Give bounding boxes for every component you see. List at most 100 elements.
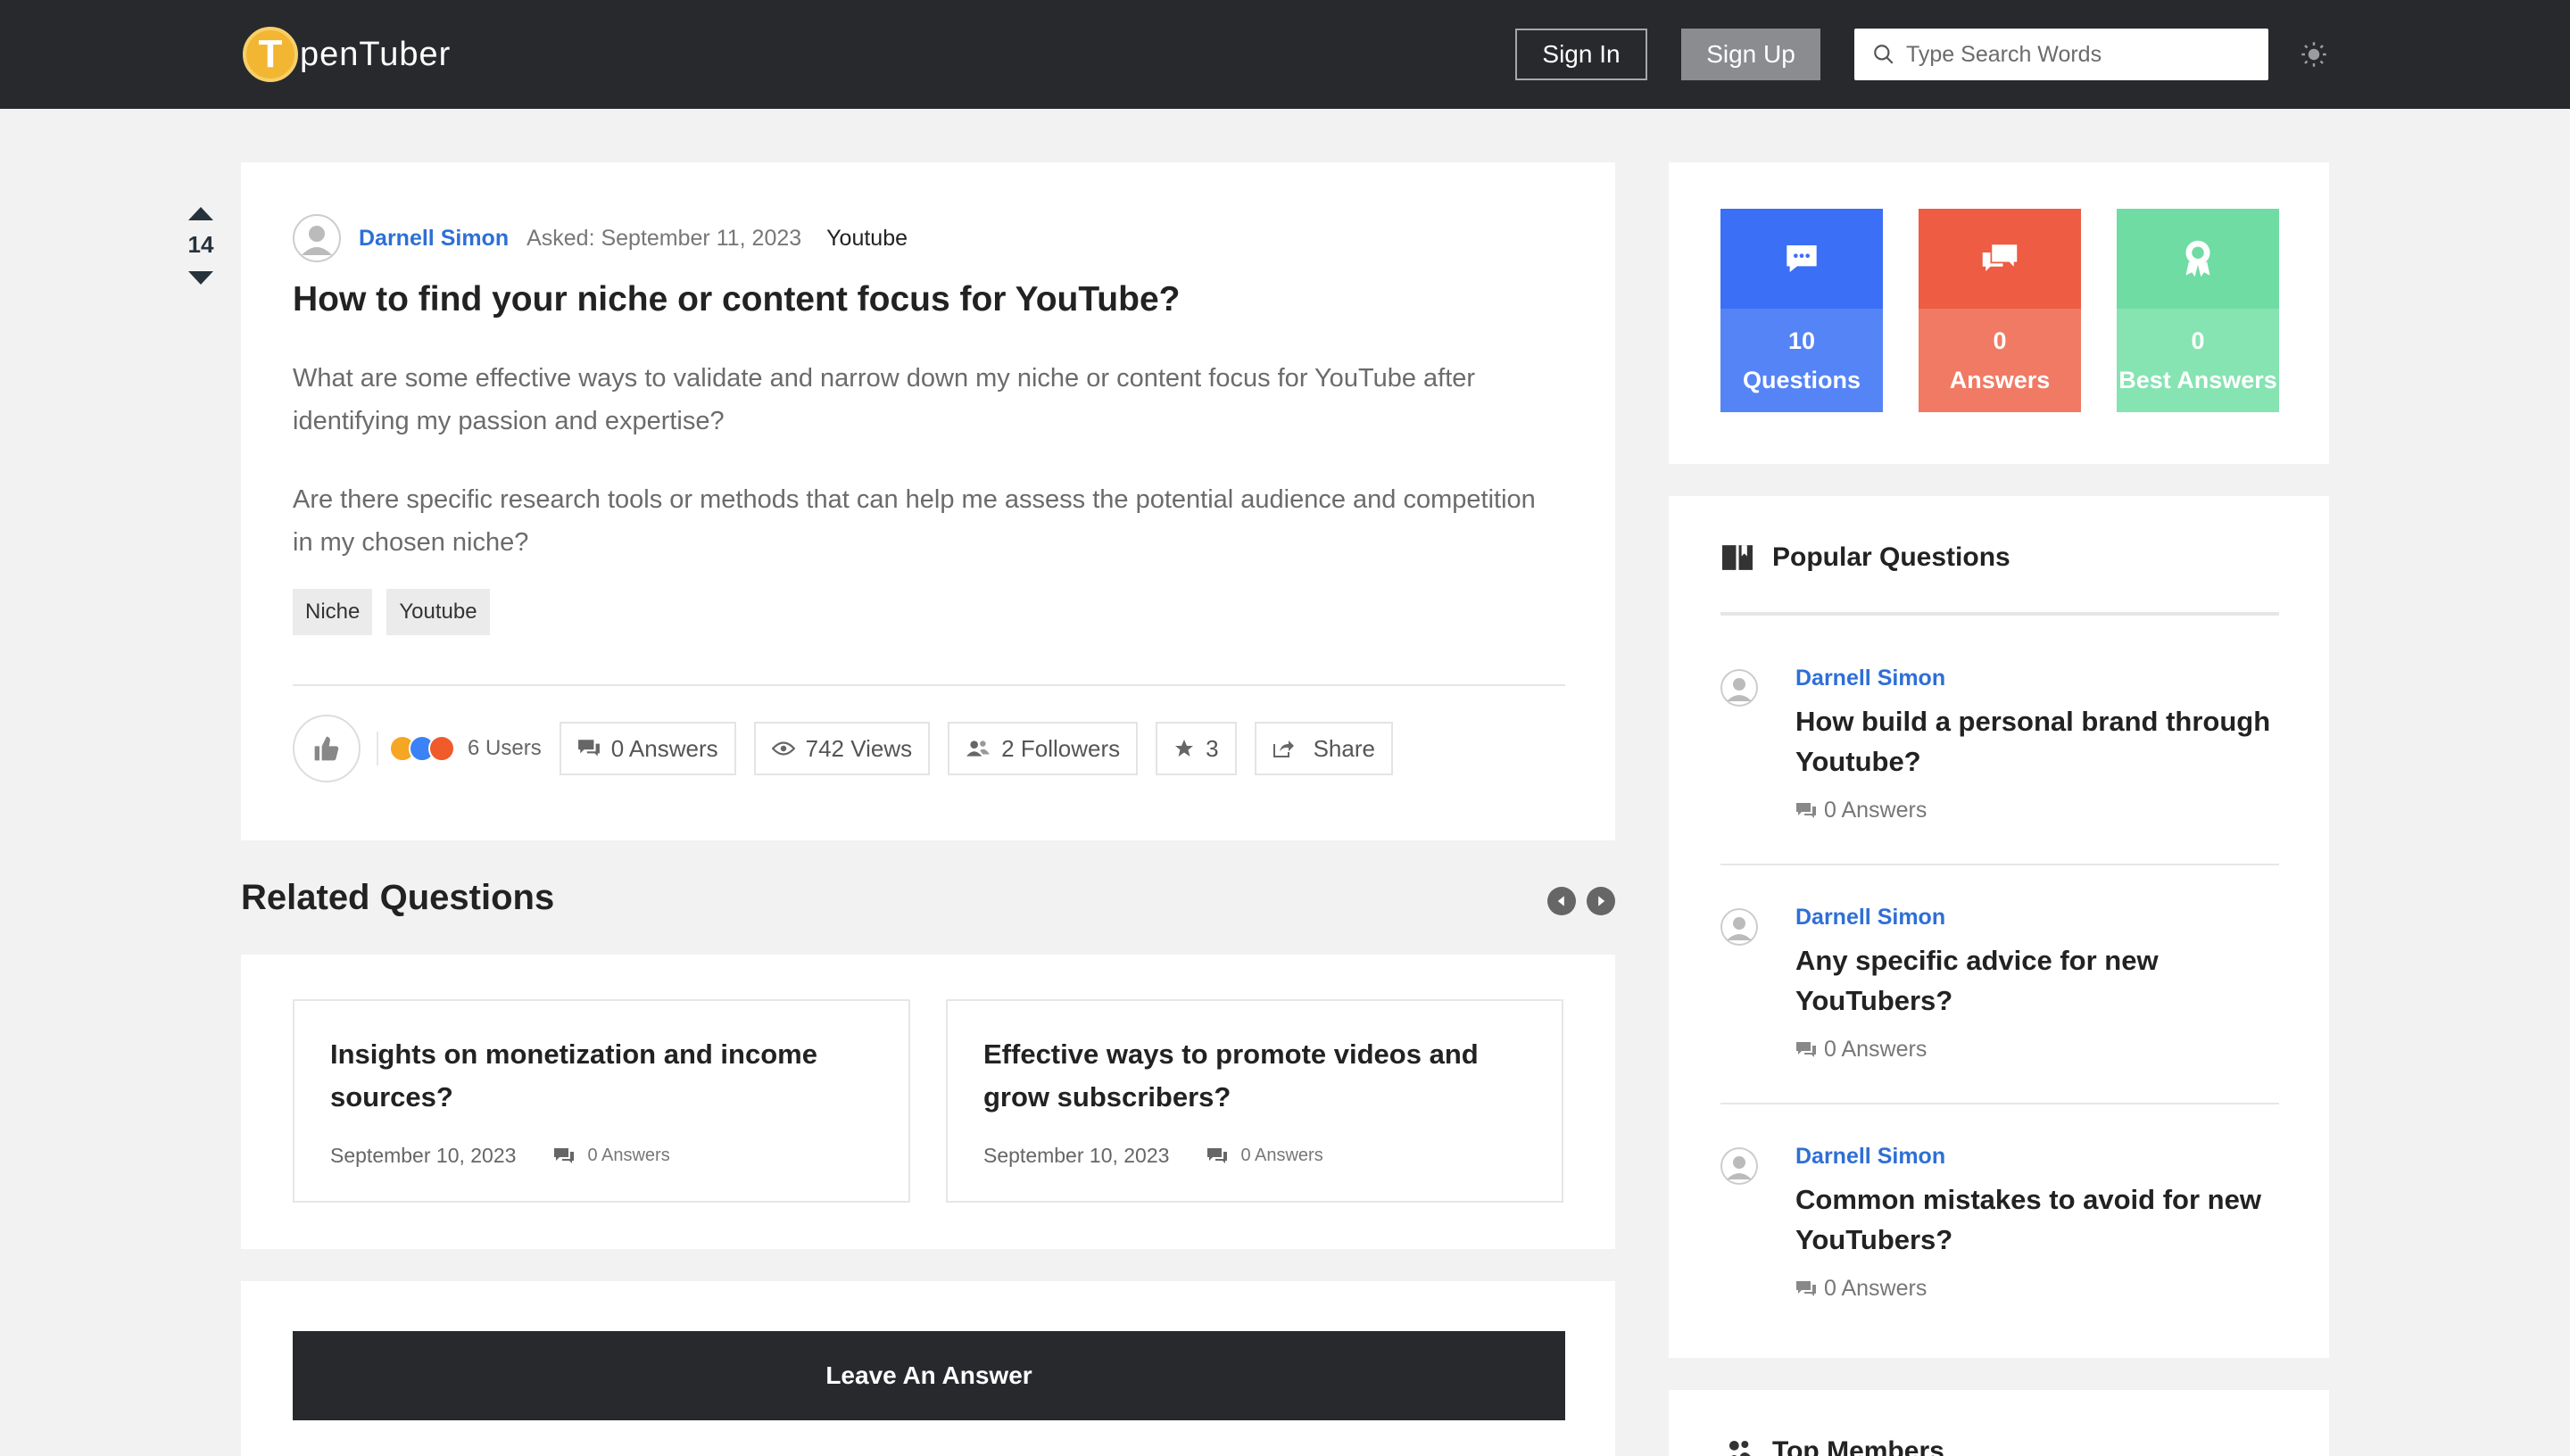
stat-best-answers-top	[2117, 209, 2279, 309]
related-question-date: September 10, 2023	[983, 1144, 1170, 1167]
related-question-answers: 0 Answers	[587, 1146, 670, 1165]
popular-questions-title: Popular Questions	[1772, 542, 2010, 572]
leave-answer-button[interactable]: Leave An Answer	[293, 1331, 1565, 1420]
logo-text: penTuber	[300, 35, 452, 73]
views-count-button[interactable]: 742 Views	[753, 722, 931, 775]
stat-label: Best Answers	[2118, 367, 2277, 393]
stat-answers-bottom: 0 Answers	[1919, 309, 2081, 412]
popular-questions-header: Popular Questions	[1720, 542, 2010, 573]
avatar[interactable]	[1720, 669, 1758, 707]
stat-best-answers[interactable]: 0 Best Answers	[2117, 209, 2279, 412]
site-logo[interactable]: T penTuber	[243, 27, 451, 82]
question-date: Asked: September 11, 2023	[526, 225, 802, 251]
stat-questions[interactable]: 10 Questions	[1720, 209, 1883, 412]
share-button[interactable]: Share	[1254, 722, 1393, 775]
views-label: Views	[850, 734, 913, 762]
divider	[293, 684, 1565, 686]
popular-question-title[interactable]: Any specific advice for new YouTubers?	[1795, 940, 2277, 1021]
search-input[interactable]	[1906, 41, 2245, 68]
answers-count: 0 Answers	[610, 734, 718, 762]
tag-list: Niche Youtube	[293, 589, 490, 635]
share-icon	[1273, 740, 1294, 757]
divider	[1720, 612, 2279, 616]
divider	[377, 732, 378, 765]
related-question-item[interactable]: Effective ways to promote videos and gro…	[946, 999, 1563, 1203]
related-question-answers: 0 Answers	[1240, 1146, 1323, 1165]
reaction-users[interactable]: 6 Users	[468, 736, 542, 761]
share-label: Share	[1313, 734, 1375, 762]
views-count: 742	[805, 734, 845, 762]
users-icon	[966, 740, 991, 757]
search-icon	[1874, 45, 1894, 64]
sign-up-button[interactable]: Sign Up	[1681, 29, 1820, 80]
stat-value: 10	[1787, 327, 1816, 354]
answer-card: Leave An Answer	[241, 1281, 1615, 1456]
question-category[interactable]: Youtube	[826, 226, 908, 252]
top-members-header: Top Members	[1726, 1436, 1944, 1456]
followers-button[interactable]: 2 Followers	[948, 722, 1139, 775]
question-body: What are some effective ways to validate…	[293, 357, 1560, 600]
comments-icon	[1796, 1280, 1816, 1296]
stats-card: 10 Questions 0 Answers 0 Best Answers	[1669, 162, 2329, 464]
question-title: How to find your niche or content focus …	[293, 280, 1181, 318]
chat-bubble-icon	[1787, 245, 1817, 272]
award-icon	[2185, 240, 2210, 277]
followers-count: 2	[1001, 734, 1015, 762]
tag-niche[interactable]: Niche	[293, 589, 373, 635]
popular-question-title[interactable]: Common mistakes to avoid for new YouTube…	[1795, 1179, 2277, 1260]
avatar[interactable]	[1720, 1147, 1758, 1185]
sign-in-button[interactable]: Sign In	[1515, 29, 1647, 80]
popular-question-answers: 0 Answers	[1795, 1276, 1927, 1302]
question-author[interactable]: Darnell Simon	[359, 226, 509, 252]
comments-icon	[577, 740, 600, 757]
stat-value: 0	[1993, 327, 2007, 354]
stat-questions-bottom: 10 Questions	[1720, 309, 1883, 412]
related-question-title[interactable]: Effective ways to promote videos and gro…	[983, 1033, 1537, 1119]
followers-label: Followers	[1020, 734, 1121, 762]
stat-answers[interactable]: 0 Answers	[1919, 209, 2081, 412]
book-icon	[1722, 545, 1753, 570]
reaction-icons[interactable]	[389, 735, 455, 762]
thumbs-up-icon	[314, 736, 339, 761]
favorite-button[interactable]: 3	[1156, 722, 1237, 775]
popular-question-author[interactable]: Darnell Simon	[1795, 666, 1945, 691]
comments-icon	[554, 1147, 575, 1163]
comments-icon	[1796, 802, 1816, 818]
comments-icon	[1796, 1041, 1816, 1057]
related-question-title[interactable]: Insights on monetization and income sour…	[330, 1033, 883, 1119]
related-question-date: September 10, 2023	[330, 1144, 517, 1167]
popular-question-title[interactable]: How build a personal brand through Youtu…	[1795, 701, 2277, 782]
upvote-icon[interactable]	[188, 207, 213, 220]
favorite-count: 3	[1206, 734, 1219, 762]
answers-count-button[interactable]: 0 Answers	[559, 722, 736, 775]
carousel-prev-icon[interactable]	[1547, 887, 1576, 915]
answers-count: 0 Answers	[1824, 798, 1928, 823]
divider	[1720, 1103, 2279, 1104]
question-paragraph: Are there specific research tools or met…	[293, 485, 1536, 557]
angry-reaction-icon	[428, 735, 455, 762]
like-button[interactable]	[293, 715, 361, 782]
avatar[interactable]	[293, 214, 341, 262]
stat-answers-top	[1919, 209, 2081, 309]
tag-youtube[interactable]: Youtube	[386, 589, 490, 635]
stat-label: Questions	[1742, 367, 1861, 393]
related-question-meta: September 10, 2023 0 Answers	[330, 1144, 670, 1168]
question-card: Darnell Simon Asked: September 11, 2023 …	[241, 162, 1615, 840]
question-paragraph: What are some effective ways to validate…	[293, 364, 1476, 435]
sun-icon[interactable]	[2299, 39, 2329, 70]
carousel-next-icon[interactable]	[1587, 887, 1615, 915]
avatar[interactable]	[1720, 908, 1758, 946]
vote-count: 14	[187, 231, 214, 258]
search-box[interactable]	[1854, 29, 2268, 80]
popular-question-author[interactable]: Darnell Simon	[1795, 905, 1945, 931]
popular-question-author[interactable]: Darnell Simon	[1795, 1144, 1945, 1170]
answers-count: 0 Answers	[1824, 1037, 1928, 1062]
downvote-icon[interactable]	[188, 271, 213, 285]
related-question-item[interactable]: Insights on monetization and income sour…	[293, 999, 910, 1203]
star-icon	[1175, 740, 1194, 757]
question-actions: 6 Users 0 Answers 742 Views 2 Followers …	[293, 715, 1393, 782]
vote-widget: 14	[178, 207, 223, 285]
stat-value: 0	[2191, 327, 2205, 354]
popular-question-answers: 0 Answers	[1795, 798, 1927, 823]
top-members-card: Top Members	[1669, 1390, 2329, 1456]
